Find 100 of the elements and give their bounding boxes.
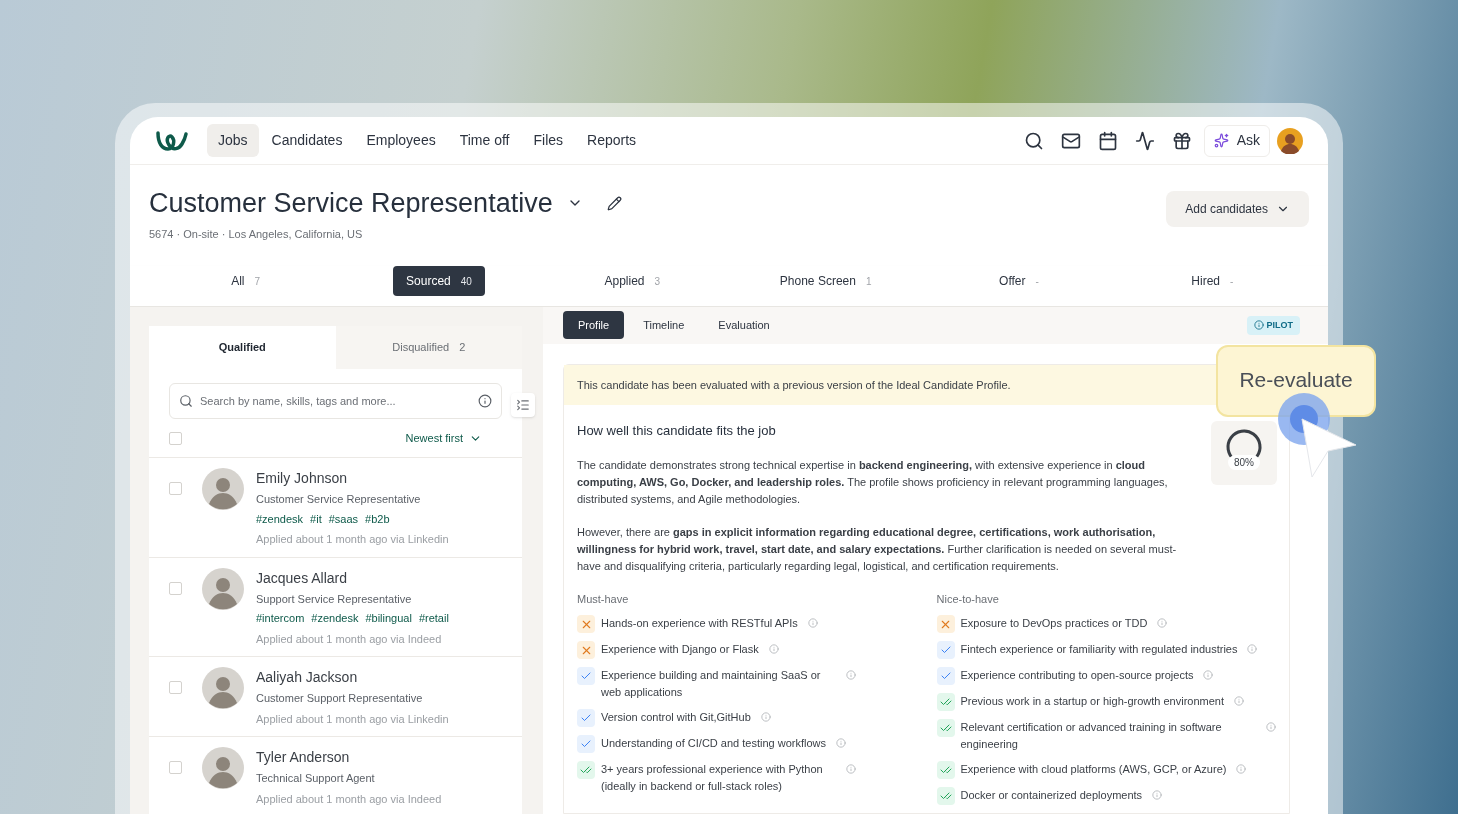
double-check-icon <box>936 787 955 805</box>
tag[interactable]: #b2b <box>365 510 390 527</box>
gift-icon[interactable] <box>1171 130 1192 151</box>
double-check-icon <box>936 719 955 737</box>
avatar-icon <box>202 567 244 610</box>
stage-tab[interactable]: Sourced 40 <box>393 266 485 296</box>
tag[interactable]: #bilingual <box>365 610 412 627</box>
job-meta: 5674 · On-site · Los Angeles, California, US <box>149 226 364 242</box>
tag[interactable]: #saas <box>328 510 359 527</box>
candidate-role: Technical Support Agent <box>256 771 376 786</box>
nav-tab[interactable]: Jobs <box>207 124 259 157</box>
double-check-icon <box>936 761 955 779</box>
candidate-row[interactable]: Aaliyah Jackson Customer Support Representative Applied about 1 month ago via Linkedin <box>149 656 522 736</box>
criteria-text: Experience building and maintaining SaaS or web applications <box>601 668 822 700</box>
fit-heading: How well this candidate fits the job <box>577 422 777 440</box>
stage-tab[interactable]: Phone Screen 1 <box>766 266 885 296</box>
criteria-heading: Nice-to-have <box>936 591 1000 607</box>
user-avatar-icon[interactable] <box>1277 127 1303 154</box>
fit-paragraph: However, there are gaps in explicit information regarding educational degree, certifications, work authorisation, willingness for hybrid work, travel, start date, and salary expectations. Further clarification is needed on several must-have and disqualifying criteria, particularly regarding legal, logistical, and certification requirements. <box>577 524 1178 574</box>
check-icon <box>577 667 595 685</box>
tag[interactable]: #it <box>310 510 322 527</box>
tag[interactable]: #retail <box>418 610 449 627</box>
candidate-row[interactable]: Tyler Anderson Technical Support Agent Applied about 1 month ago via Indeed <box>149 736 522 814</box>
candidate-role: Customer Service Representative <box>256 492 422 507</box>
criteria-text: Docker or containerized deployments <box>960 788 1143 803</box>
nav-tab[interactable]: Employees <box>355 124 447 157</box>
profile-tab[interactable]: Profile <box>563 311 625 340</box>
list-tab[interactable]: Disqualified 2 <box>335 326 522 369</box>
cross-icon <box>577 615 595 633</box>
criteria-text: 3+ years professional experience with Python (ideally in backend or full-stack roles) <box>601 762 824 794</box>
search-icon[interactable] <box>1023 130 1044 151</box>
candidate-checkbox[interactable] <box>169 761 182 774</box>
applied-text: Applied about 1 month ago via Indeed <box>256 631 443 647</box>
check-icon <box>936 667 955 685</box>
applied-text: Applied about 1 month ago via Linkedin <box>256 711 449 727</box>
check-icon <box>577 735 595 753</box>
criteria-text: Experience with Django or Flask <box>601 642 759 657</box>
profile-tab[interactable]: Evaluation <box>703 311 785 340</box>
criteria-text: Fintech experience or familiarity with regulated industries <box>960 642 1238 657</box>
candidate-checkbox[interactable] <box>169 482 182 495</box>
job-title: Customer Service Representative <box>149 187 553 220</box>
stage-tab[interactable]: Hired - <box>1178 266 1247 296</box>
tag[interactable]: #zendesk <box>311 610 359 627</box>
score-label: 80% <box>1228 455 1260 470</box>
fit-paragraph: The candidate demonstrates strong technical expertise in backend engineering, with extensive experience in cloud computing, AWS, Go, Docker, and leadership roles. The profile shows proficiency in relevant programming languages, distributed systems, and Agile methodologies. <box>577 457 1169 507</box>
re-evaluate-tooltip[interactable]: Re-evaluate <box>1216 345 1376 417</box>
candidate-row[interactable]: Jacques Allard Support Service Representative #intercom #zendesk #bilingual #retail Applied about 1 month ago via Indeed <box>149 556 522 656</box>
avatar-icon <box>202 747 244 789</box>
criteria-heading: Must-have <box>577 591 630 607</box>
criteria-text: Relevant certification or advanced training in software engineering <box>960 720 1223 752</box>
criteria-text: Understanding of CI/CD and testing workflows <box>601 736 826 751</box>
info-icon[interactable] <box>478 394 492 408</box>
select-all-checkbox[interactable] <box>169 431 182 445</box>
avatar-icon <box>202 667 244 709</box>
cross-icon <box>577 641 595 659</box>
cross-icon <box>936 615 955 633</box>
applied-text: Applied about 1 month ago via Linkedin <box>256 532 449 547</box>
profile-tab[interactable]: Timeline <box>628 311 700 340</box>
nav-tab[interactable]: Candidates <box>260 124 354 157</box>
ask-button[interactable]: Ask <box>1203 124 1270 157</box>
criteria-text: Experience with cloud platforms (AWS, GCP, or Azure) <box>960 762 1227 777</box>
tag[interactable]: #zendesk <box>256 510 304 527</box>
candidate-name: Aaliyah Jackson <box>256 668 359 687</box>
applied-text: Applied about 1 month ago via Indeed <box>256 791 442 807</box>
double-check-icon <box>936 693 955 711</box>
nav-tab[interactable]: Time off <box>448 124 521 157</box>
candidate-row[interactable]: Emily Johnson Customer Service Representative #zendesk #it #saas #b2b Applied about 1 month ago via Linkedin <box>149 457 522 557</box>
sparkle-icon <box>1213 133 1229 148</box>
avatar-icon <box>202 468 244 510</box>
calendar-icon[interactable] <box>1097 130 1118 151</box>
double-check-icon <box>577 761 595 779</box>
sort-dropdown[interactable]: Newest first <box>405 429 482 447</box>
candidate-checkbox[interactable] <box>169 581 182 595</box>
check-icon <box>577 709 595 727</box>
criteria-text: Version control with Git,GitHub <box>601 710 751 725</box>
nav-tab[interactable]: Files <box>522 124 575 157</box>
candidate-name: Tyler Anderson <box>256 748 351 767</box>
candidate-checkbox[interactable] <box>169 681 182 694</box>
candidate-role: Customer Support Representative <box>256 691 424 706</box>
search-field[interactable]: Search by name, skills, tags and more... <box>169 383 502 419</box>
nav-tab[interactable]: Reports <box>576 124 648 157</box>
activity-icon[interactable] <box>1134 130 1155 151</box>
check-icon <box>936 641 955 659</box>
candidate-name: Emily Johnson <box>256 469 349 488</box>
candidate-role: Support Service Representative <box>256 591 413 607</box>
edit-icon[interactable] <box>606 195 622 211</box>
collapse-button[interactable] <box>511 393 535 417</box>
list-collapse-icon <box>516 398 530 412</box>
stage-tab[interactable]: All 7 <box>218 266 274 296</box>
criteria-text: Previous work in a startup or high-growth environment <box>960 694 1224 709</box>
search-icon <box>179 394 193 408</box>
criteria-text: Experience contributing to open-source projects <box>960 668 1194 683</box>
criteria-text: Exposure to DevOps practices or TDD <box>960 616 1148 631</box>
pilot-badge: PILOT <box>1246 315 1300 335</box>
stage-tab[interactable]: Offer - <box>986 266 1052 296</box>
candidate-name: Jacques Allard <box>256 568 349 588</box>
add-candidates-button[interactable]: Add candidates <box>1166 191 1309 227</box>
tag[interactable]: #intercom <box>256 610 305 627</box>
stage-tab[interactable]: Applied 3 <box>591 266 674 296</box>
criteria-text: Hands-on experience with RESTful APIs <box>601 616 798 631</box>
